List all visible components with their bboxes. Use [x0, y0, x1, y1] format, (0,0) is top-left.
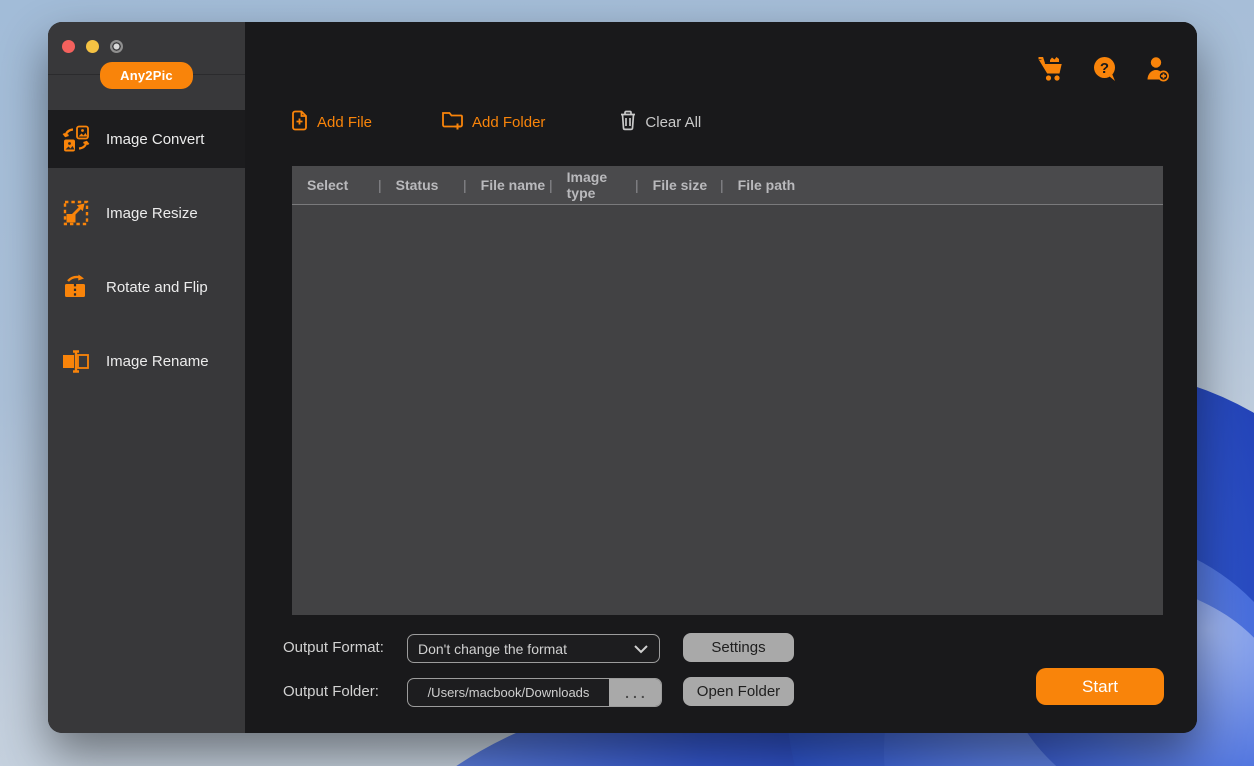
- column-separator: |: [635, 177, 639, 193]
- svg-text:?: ?: [1100, 60, 1109, 77]
- file-table-header: Select | Status | File name | Image type…: [292, 166, 1163, 205]
- column-header-file-path: | File path: [720, 177, 1163, 193]
- file-table: Select | Status | File name | Image type…: [292, 166, 1163, 615]
- image-resize-icon: [61, 199, 91, 227]
- sidebar-item-rotate-and-flip[interactable]: Rotate and Flip: [48, 258, 245, 316]
- clear-all-button[interactable]: Clear All: [619, 110, 701, 135]
- file-table-body-empty[interactable]: [292, 205, 1163, 615]
- column-header-file-name: | File name: [463, 177, 549, 193]
- output-folder-path[interactable]: /Users/macbook/Downloads: [408, 679, 609, 706]
- add-file-label: Add File: [317, 114, 372, 131]
- browse-button[interactable]: ...: [609, 679, 661, 706]
- topbar-icons: ?: [1037, 55, 1171, 88]
- column-separator: |: [549, 177, 553, 193]
- app-logo-badge: Any2Pic: [100, 62, 193, 89]
- sidebar-nav: Image Convert Image Resize: [48, 110, 245, 406]
- column-header-file-size: | File size: [635, 177, 720, 193]
- start-button[interactable]: Start: [1036, 668, 1164, 705]
- chevron-down-icon: [633, 641, 649, 657]
- minimize-button[interactable]: [86, 40, 99, 53]
- output-format-select[interactable]: Don't change the format: [407, 634, 660, 663]
- sidebar-item-image-rename[interactable]: Image Rename: [48, 332, 245, 390]
- rotate-flip-icon: [61, 273, 91, 301]
- add-file-icon: [290, 110, 309, 135]
- output-format-value: Don't change the format: [418, 641, 567, 657]
- open-folder-button[interactable]: Open Folder: [683, 677, 794, 706]
- zoom-button-disabled: [110, 40, 123, 53]
- column-separator: |: [378, 177, 382, 193]
- help-icon[interactable]: ?: [1091, 55, 1119, 88]
- cart-icon[interactable]: [1037, 56, 1065, 88]
- output-format-label: Output Format:: [283, 639, 384, 656]
- column-separator: |: [463, 177, 467, 193]
- sidebar-item-label: Image Convert: [106, 131, 204, 148]
- output-folder-field: /Users/macbook/Downloads ...: [407, 678, 662, 707]
- column-header-image-type: | Image type: [549, 169, 635, 201]
- add-folder-button[interactable]: Add Folder: [441, 110, 545, 135]
- column-header-select: Select: [292, 177, 378, 193]
- add-file-button[interactable]: Add File: [290, 110, 372, 135]
- sidebar: Any2Pic I: [48, 22, 245, 733]
- output-folder-label: Output Folder:: [283, 683, 379, 700]
- column-header-status: | Status: [378, 177, 463, 193]
- sidebar-item-image-resize[interactable]: Image Resize: [48, 184, 245, 242]
- sidebar-item-image-convert[interactable]: Image Convert: [48, 110, 245, 168]
- image-rename-icon: [61, 347, 91, 375]
- column-separator: |: [720, 177, 724, 193]
- toolbar: Add File Add Folder: [290, 110, 701, 135]
- clear-all-label: Clear All: [645, 114, 701, 131]
- app-window: Any2Pic I: [48, 22, 1197, 733]
- settings-button[interactable]: Settings: [683, 633, 794, 662]
- sidebar-item-label: Image Resize: [106, 205, 198, 222]
- trash-icon: [619, 110, 637, 135]
- close-button[interactable]: [62, 40, 75, 53]
- traffic-lights: [62, 40, 123, 53]
- sidebar-item-label: Rotate and Flip: [106, 279, 208, 296]
- add-folder-label: Add Folder: [472, 114, 545, 131]
- sidebar-item-label: Image Rename: [106, 353, 209, 370]
- add-folder-icon: [441, 110, 464, 135]
- main-panel: ? A: [245, 22, 1197, 733]
- add-user-icon[interactable]: [1145, 56, 1171, 88]
- image-convert-icon: [61, 125, 91, 153]
